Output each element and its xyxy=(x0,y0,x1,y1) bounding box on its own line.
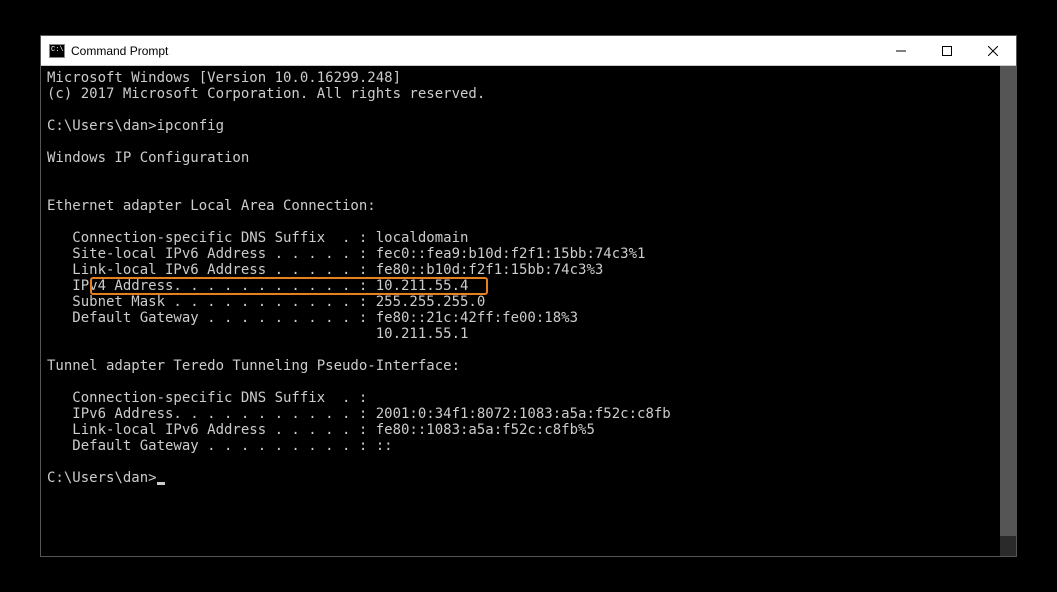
terminal-line: Link-local IPv6 Address . . . . . : fe80… xyxy=(47,262,1010,278)
close-button[interactable] xyxy=(970,36,1016,65)
minimize-button[interactable] xyxy=(878,36,924,65)
window-title: Command Prompt xyxy=(71,44,878,58)
scrollbar[interactable] xyxy=(1000,66,1016,556)
terminal-line: C:\Users\dan> xyxy=(47,470,1010,486)
terminal-line: IPv4 Address. . . . . . . . . . . : 10.2… xyxy=(47,278,1010,294)
window-controls xyxy=(878,36,1016,65)
terminal-line: Subnet Mask . . . . . . . . . . . : 255.… xyxy=(47,294,1010,310)
terminal-line: C:\Users\dan>ipconfig xyxy=(47,118,1010,134)
terminal-line: Default Gateway . . . . . . . . . : :: xyxy=(47,438,1010,454)
terminal-line: Ethernet adapter Local Area Connection: xyxy=(47,198,1010,214)
terminal-line: Connection-specific DNS Suffix . : local… xyxy=(47,230,1010,246)
terminal-line xyxy=(47,454,1010,470)
terminal-line xyxy=(47,166,1010,182)
terminal-line: (c) 2017 Microsoft Corporation. All righ… xyxy=(47,86,1010,102)
terminal-line xyxy=(47,214,1010,230)
terminal-body[interactable]: Microsoft Windows [Version 10.0.16299.24… xyxy=(41,66,1016,556)
command-prompt-window: Command Prompt Microsoft Windows [Versio… xyxy=(40,35,1017,557)
terminal-line: 10.211.55.1 xyxy=(47,326,1010,342)
terminal-line xyxy=(47,102,1010,118)
terminal-line: Default Gateway . . . . . . . . . : fe80… xyxy=(47,310,1010,326)
terminal-line: Tunnel adapter Teredo Tunneling Pseudo-I… xyxy=(47,358,1010,374)
cursor xyxy=(157,482,165,485)
terminal-line: Windows IP Configuration xyxy=(47,150,1010,166)
terminal-content[interactable]: Microsoft Windows [Version 10.0.16299.24… xyxy=(41,66,1016,490)
terminal-line: Microsoft Windows [Version 10.0.16299.24… xyxy=(47,70,1010,86)
terminal-line xyxy=(47,374,1010,390)
scrollbar-thumb[interactable] xyxy=(1000,66,1016,536)
cmd-icon xyxy=(49,44,65,58)
terminal-line: Site-local IPv6 Address . . . . . : fec0… xyxy=(47,246,1010,262)
titlebar[interactable]: Command Prompt xyxy=(41,36,1016,66)
terminal-line: Connection-specific DNS Suffix . : xyxy=(47,390,1010,406)
maximize-button[interactable] xyxy=(924,36,970,65)
terminal-line xyxy=(47,182,1010,198)
terminal-line: IPv6 Address. . . . . . . . . . . : 2001… xyxy=(47,406,1010,422)
terminal-line xyxy=(47,342,1010,358)
terminal-line xyxy=(47,134,1010,150)
terminal-line: Link-local IPv6 Address . . . . . : fe80… xyxy=(47,422,1010,438)
